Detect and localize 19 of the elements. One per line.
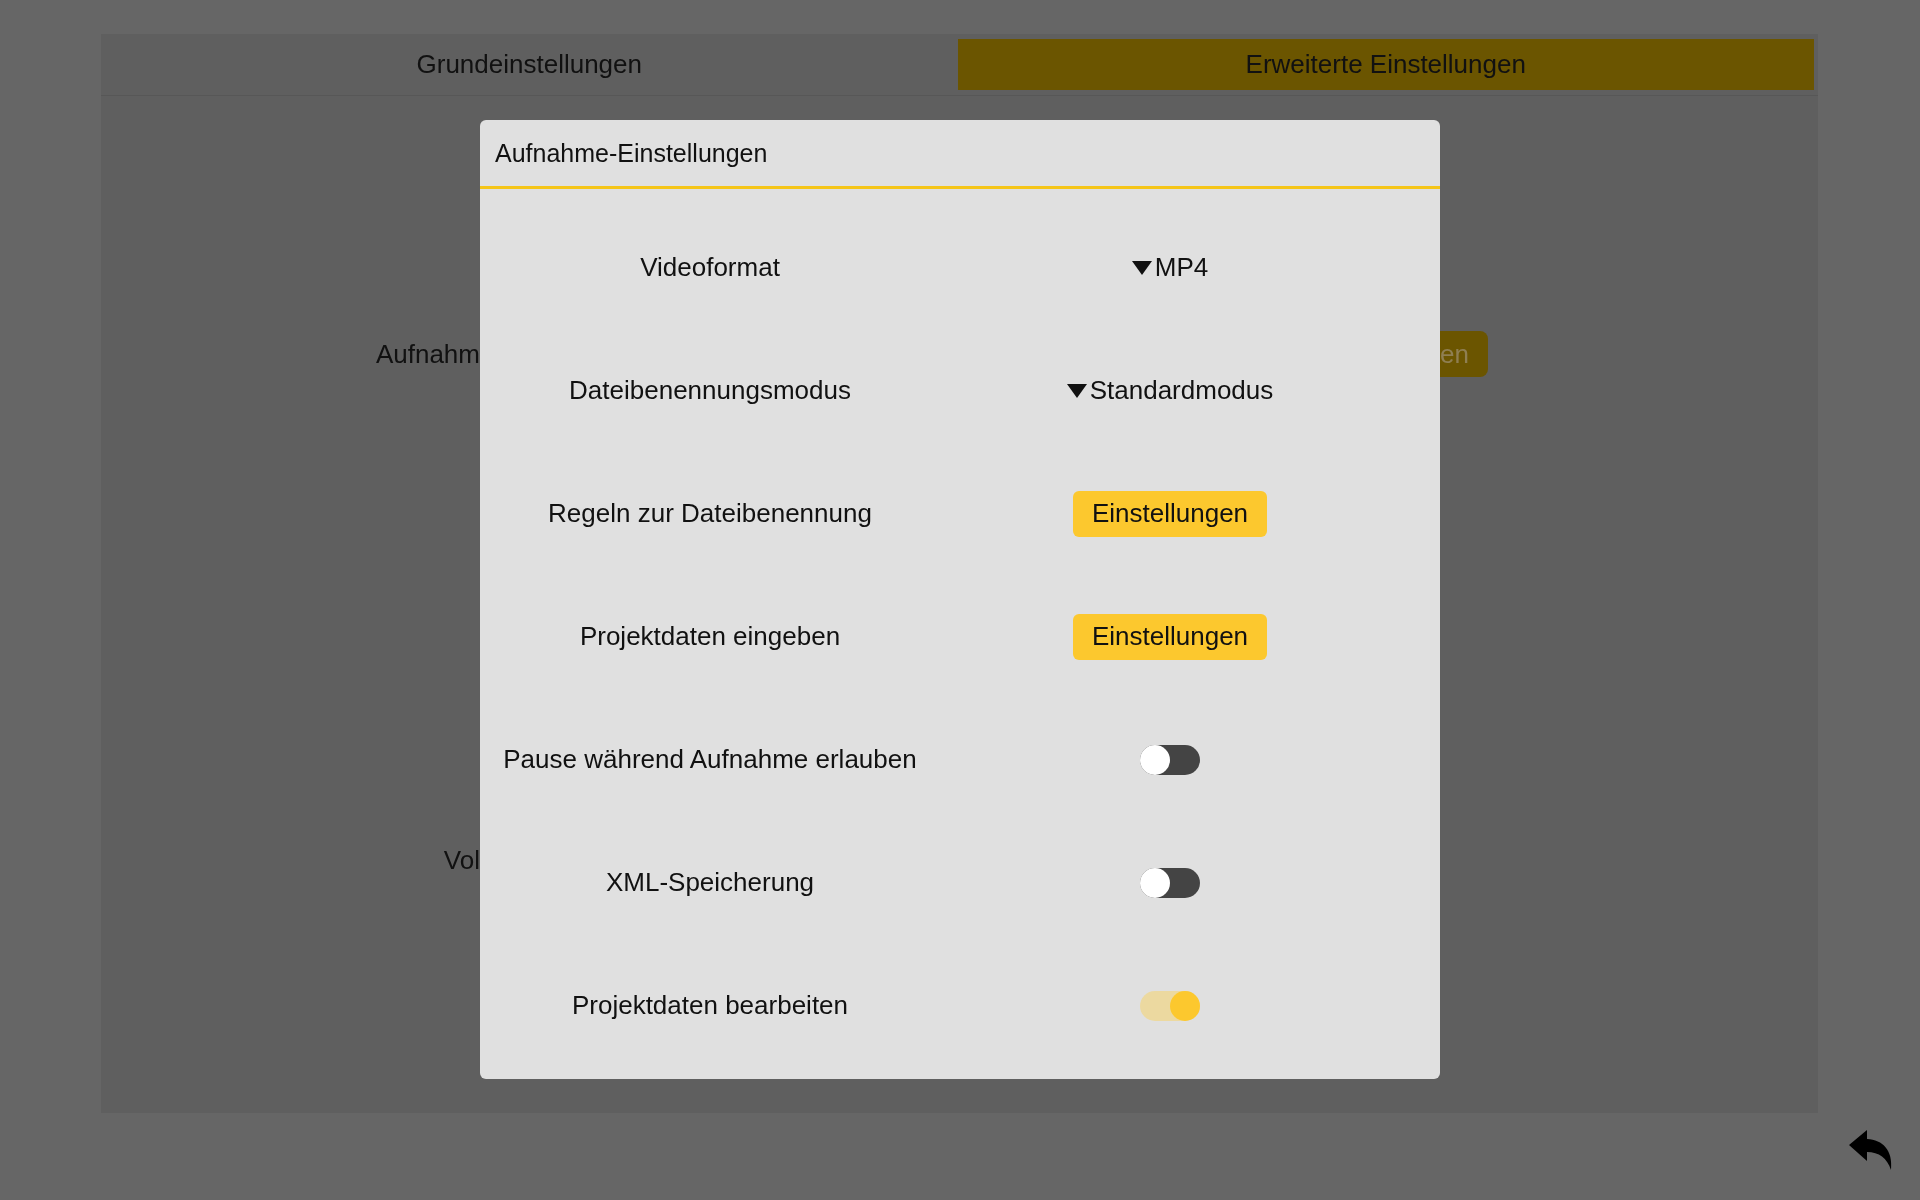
settings-button[interactable]: Einstellungen	[1072, 613, 1268, 660]
dropdown[interactable]: MP4	[1131, 252, 1209, 283]
toggle-switch[interactable]	[1140, 867, 1200, 898]
setting-label: Aufnahm	[374, 338, 480, 370]
setting-label: Regeln zur Dateibenennung	[547, 498, 873, 529]
setting-label: Pause während Aufnahme erlauben	[502, 744, 918, 775]
toggle-switch[interactable]	[1140, 990, 1200, 1021]
setting-label: Projektdaten bearbeiten	[570, 990, 850, 1021]
settings-button[interactable]: Einstellungen	[1072, 490, 1268, 537]
setting-label: XML-Speicherung	[604, 867, 816, 898]
dropdown[interactable]: Standardmodus	[1066, 375, 1274, 406]
caret-icon	[1131, 260, 1152, 275]
setting-label: Dateibenennungsmodus	[568, 375, 852, 406]
caret-icon	[1066, 383, 1087, 398]
setting-label: Projektdaten eingeben	[578, 621, 842, 652]
setting-label: Videoformat	[639, 252, 781, 283]
dialog-title: Aufnahme-Einstellungen	[480, 120, 1440, 189]
toggle-switch[interactable]	[1140, 744, 1200, 775]
setting-label: Vol	[442, 844, 480, 876]
